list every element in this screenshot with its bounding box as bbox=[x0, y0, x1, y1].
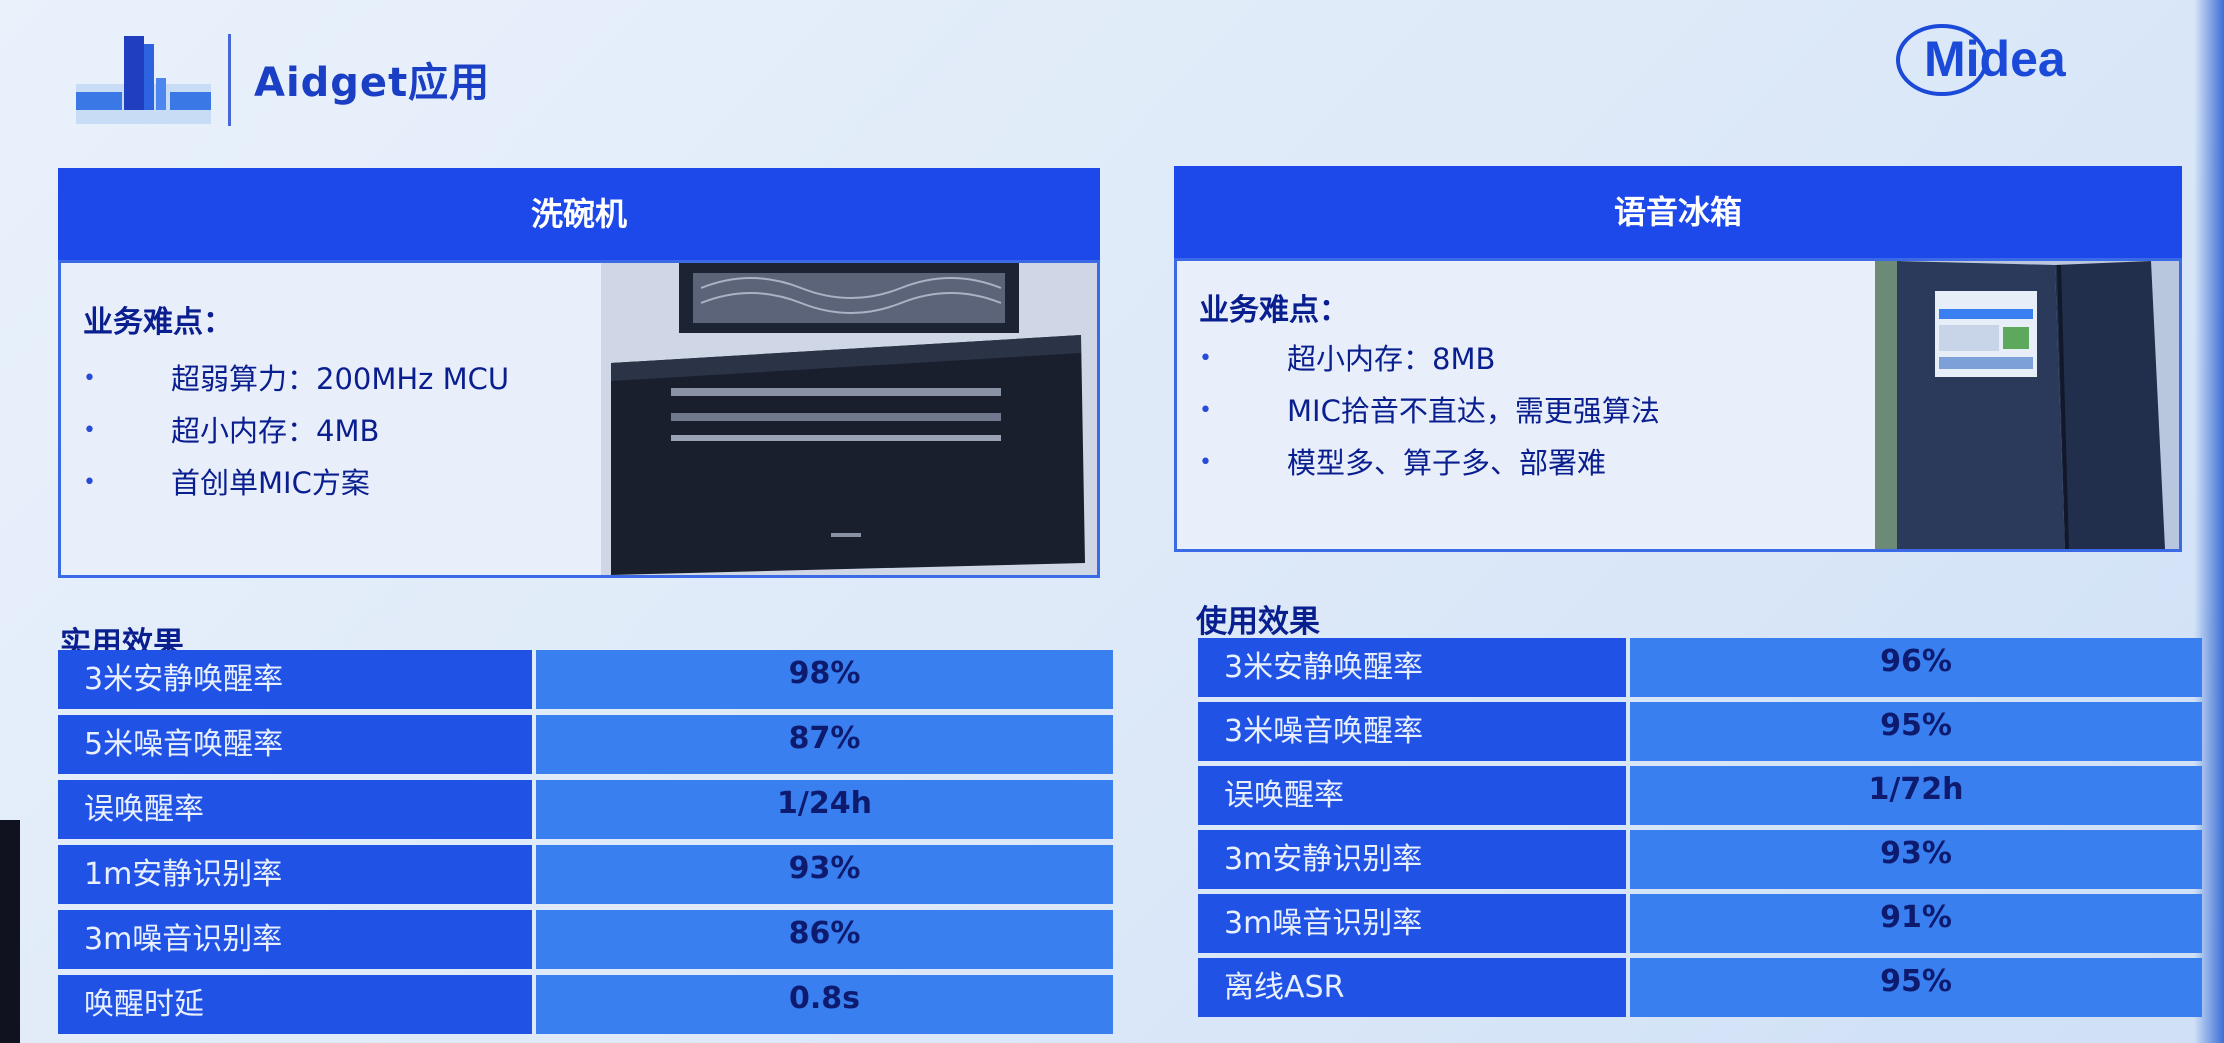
metric-cell: 3m安静识别率 bbox=[1198, 830, 1626, 889]
metric-cell: 3米噪音唤醒率 bbox=[1198, 702, 1626, 761]
value-cell: 0.8s bbox=[536, 975, 1113, 1034]
results-title: 使用效果 bbox=[1196, 604, 1320, 640]
metric-cell: 唤醒时延 bbox=[58, 975, 532, 1034]
panel-title: 语音冰箱 bbox=[1174, 166, 2182, 258]
pain-points-list: • 超弱算力：200MHz MCU • 超小内存：4MB • 首创单MIC方案 bbox=[83, 353, 509, 509]
list-item: • 超小内存：4MB bbox=[83, 405, 509, 457]
metric-cell: 3米安静唤醒率 bbox=[1198, 638, 1626, 697]
panel-body: 业务难点： • 超小内存：8MB • MIC拾音不直达，需更强算法 • 模型多、算子多… bbox=[1174, 258, 2182, 552]
title-divider bbox=[228, 34, 231, 126]
list-item: • 首创单MIC方案 bbox=[83, 457, 509, 509]
pain-point-text: 超弱算力：200MHz MCU bbox=[171, 362, 510, 396]
pain-point-text: 超小内存：8MB bbox=[1287, 342, 1496, 376]
value-cell: 93% bbox=[536, 845, 1113, 904]
pain-points-list: • 超小内存：8MB • MIC拾音不直达，需更强算法 • 模型多、算子多、部署难 bbox=[1199, 333, 1660, 489]
refrigerator-panel: 语音冰箱 业务难点： • 超小内存：8MB • MIC拾音不直达，需更强算法 • 模型… bbox=[1174, 166, 2182, 552]
results-table: 3米安静唤醒率 98% 5米噪音唤醒率 87% 误唤醒率 1/24h 1m安静识… bbox=[58, 648, 1113, 1043]
metric-cell: 1m安静识别率 bbox=[58, 845, 532, 904]
left-edge-shadow bbox=[0, 820, 20, 1043]
table-row: 5米噪音唤醒率 87% bbox=[58, 713, 1113, 774]
value-cell: 95% bbox=[1630, 702, 2202, 761]
pain-points-title: 业务难点： bbox=[83, 305, 233, 340]
value-cell: 1/72h bbox=[1630, 766, 2202, 825]
bullet-icon: • bbox=[83, 470, 96, 495]
value-cell: 95% bbox=[1630, 958, 2202, 1017]
page-title: Aidget应用 bbox=[254, 60, 491, 106]
value-cell: 87% bbox=[536, 715, 1113, 774]
table-row: 3m噪音识别率 91% bbox=[1198, 892, 2202, 953]
pain-point-text: 首创单MIC方案 bbox=[171, 466, 370, 500]
list-item: • 模型多、算子多、部署难 bbox=[1199, 437, 1660, 489]
value-cell: 91% bbox=[1630, 894, 2202, 953]
dishwasher-panel: 洗碗机 业务难点： • 超弱算力：200MHz MCU • 超小内存：4MB • 首创… bbox=[58, 168, 1100, 578]
pain-point-text: MIC拾音不直达，需更强算法 bbox=[1287, 394, 1660, 428]
table-row: 误唤醒率 1/72h bbox=[1198, 764, 2202, 825]
dishwasher-image bbox=[601, 263, 1097, 575]
metric-cell: 误唤醒率 bbox=[58, 780, 532, 839]
bullet-icon: • bbox=[83, 418, 96, 443]
value-cell: 98% bbox=[536, 650, 1113, 709]
metric-cell: 3m噪音识别率 bbox=[1198, 894, 1626, 953]
metric-cell: 误唤醒率 bbox=[1198, 766, 1626, 825]
table-row: 唤醒时延 0.8s bbox=[58, 973, 1113, 1034]
table-row: 3m噪音识别率 86% bbox=[58, 908, 1113, 969]
bullet-icon: • bbox=[1199, 346, 1212, 371]
metric-cell: 3m噪音识别率 bbox=[58, 910, 532, 969]
metric-cell: 3米安静唤醒率 bbox=[58, 650, 532, 709]
value-cell: 1/24h bbox=[536, 780, 1113, 839]
list-item: • MIC拾音不直达，需更强算法 bbox=[1199, 385, 1660, 437]
midea-logo-icon: Midea bbox=[1896, 24, 2067, 96]
table-row: 误唤醒率 1/24h bbox=[58, 778, 1113, 839]
table-row: 3米安静唤醒率 96% bbox=[1198, 636, 2202, 697]
table-row: 离线ASR 95% bbox=[1198, 956, 2202, 1017]
pain-point-text: 超小内存：4MB bbox=[171, 414, 380, 448]
company-logo-icon bbox=[76, 36, 211, 124]
table-row: 3米噪音唤醒率 95% bbox=[1198, 700, 2202, 761]
results-table: 3米安静唤醒率 96% 3米噪音唤醒率 95% 误唤醒率 1/72h 3m安静识… bbox=[1198, 636, 2202, 1026]
panel-body: 业务难点： • 超弱算力：200MHz MCU • 超小内存：4MB • 首创单MIC… bbox=[58, 260, 1100, 578]
list-item: • 超弱算力：200MHz MCU bbox=[83, 353, 509, 405]
bullet-icon: • bbox=[1199, 398, 1212, 423]
metric-cell: 5米噪音唤醒率 bbox=[58, 715, 532, 774]
brand-name: Midea bbox=[1924, 31, 2067, 87]
table-row: 3米安静唤醒率 98% bbox=[58, 648, 1113, 709]
panel-title: 洗碗机 bbox=[58, 168, 1100, 260]
value-cell: 96% bbox=[1630, 638, 2202, 697]
bullet-icon: • bbox=[83, 366, 96, 391]
pain-point-text: 模型多、算子多、部署难 bbox=[1287, 446, 1607, 480]
value-cell: 86% bbox=[536, 910, 1113, 969]
table-row: 3m安静识别率 93% bbox=[1198, 828, 2202, 889]
pain-points-title: 业务难点： bbox=[1199, 293, 1349, 328]
bullet-icon: • bbox=[1199, 450, 1212, 475]
list-item: • 超小内存：8MB bbox=[1199, 333, 1660, 385]
table-row: 1m安静识别率 93% bbox=[58, 843, 1113, 904]
refrigerator-image bbox=[1875, 261, 2179, 549]
value-cell: 93% bbox=[1630, 830, 2202, 889]
metric-cell: 离线ASR bbox=[1198, 958, 1626, 1017]
